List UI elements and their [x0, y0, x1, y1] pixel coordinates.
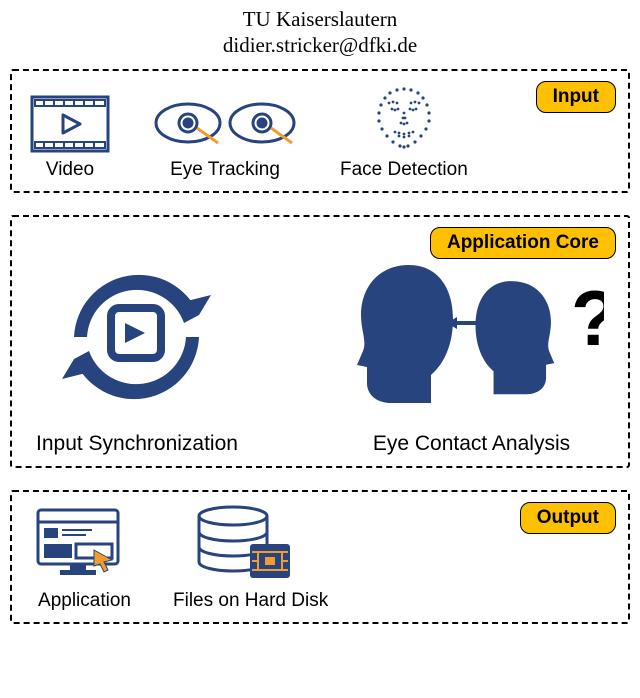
input-sync-item: Input Synchronization	[36, 245, 238, 456]
eye-tracking-item: Eye Tracking	[150, 95, 300, 181]
input-block: Input	[10, 69, 630, 193]
core-block: Application Core	[10, 215, 630, 468]
header-text: TU Kaiserslautern didier.stricker@dfki.d…	[10, 6, 630, 59]
svg-text:?: ?	[571, 274, 604, 362]
email: didier.stricker@dfki.de	[10, 32, 630, 58]
application-caption: Application	[38, 590, 131, 612]
input-row: Video Eye Tracking	[26, 83, 614, 181]
sync-icon	[39, 245, 234, 420]
application-item: Application	[32, 504, 137, 612]
eye-contact-item: ? Eye Contact Analysis	[339, 245, 604, 456]
application-icon	[32, 504, 137, 584]
video-caption: Video	[46, 159, 94, 181]
face-detection-icon	[359, 83, 449, 153]
harddisk-icon	[188, 504, 313, 584]
face-detection-caption: Face Detection	[340, 159, 468, 181]
core-row: Input Synchronization ?	[26, 231, 614, 456]
files-item: Files on Hard Disk	[173, 504, 328, 612]
eye-tracking-caption: Eye Tracking	[170, 159, 280, 181]
eye-contact-icon: ?	[339, 245, 604, 420]
video-item: Video	[30, 95, 110, 181]
eye-contact-caption: Eye Contact Analysis	[373, 432, 570, 456]
output-block: Output	[10, 490, 630, 624]
core-badge: Application Core	[430, 227, 616, 259]
input-badge: Input	[536, 81, 616, 113]
files-caption: Files on Hard Disk	[173, 590, 328, 612]
input-sync-caption: Input Synchronization	[36, 432, 238, 456]
face-detection-item: Face Detection	[340, 83, 468, 181]
video-icon	[30, 95, 110, 153]
affiliation: TU Kaiserslautern	[10, 6, 630, 32]
output-badge: Output	[520, 502, 616, 534]
eye-tracking-icon	[150, 95, 300, 153]
